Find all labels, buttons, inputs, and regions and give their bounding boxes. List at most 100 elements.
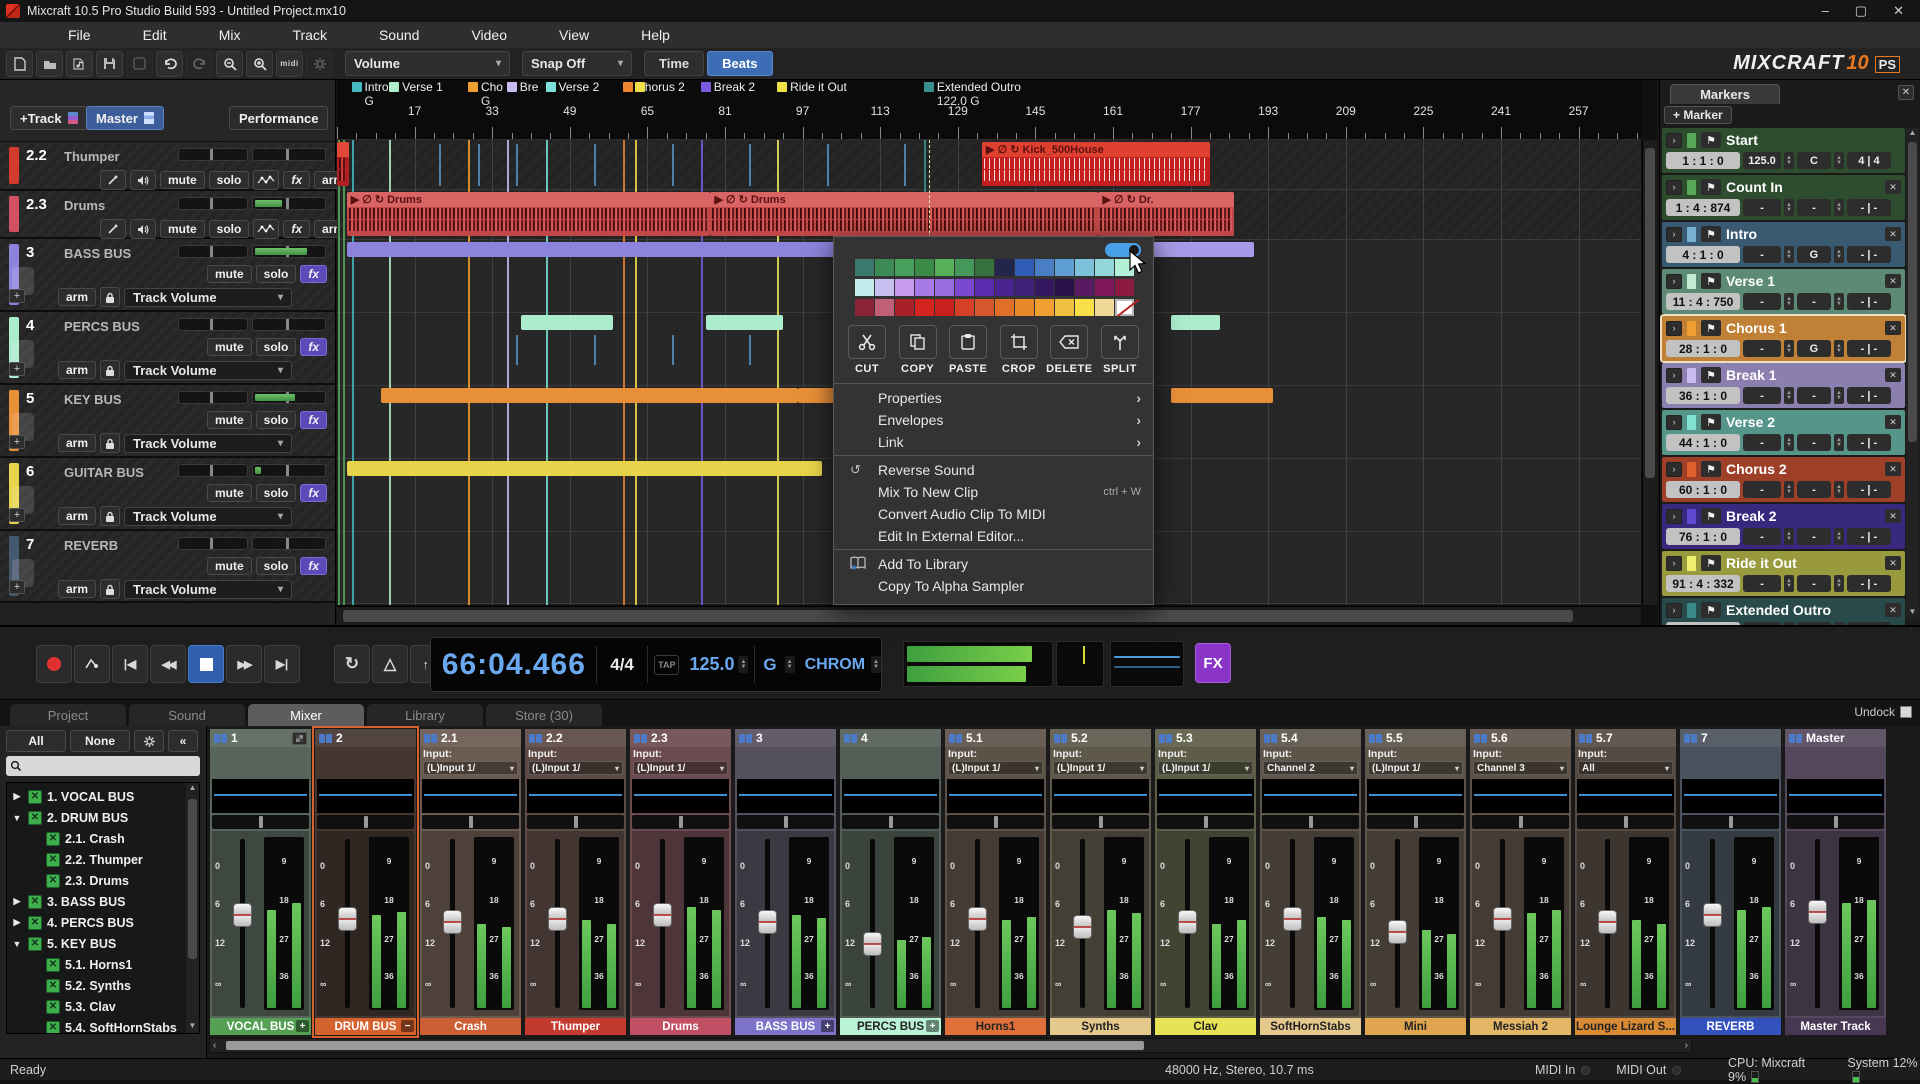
track-name[interactable]: KEY BUS [64, 392, 122, 407]
tempo-spinner[interactable]: ▲▼ [1784, 340, 1794, 357]
marker-row[interactable]: › ⚑ Count In ✕ 1 : 4 : 874 - ▲▼ - ▲▼ - |… [1662, 175, 1905, 220]
channel-strip[interactable]: 1 Input: ▾ 0 6 12 [209, 728, 312, 1036]
speaker-icon[interactable] [130, 170, 156, 190]
channel-strip[interactable]: 2.1 Input: (L)Input 1/ ▾ 0 6 [419, 728, 522, 1036]
color-swatch[interactable] [1095, 279, 1114, 296]
key-spinner[interactable]: ▲▼ [785, 656, 795, 673]
marker-row[interactable]: › ⚑ Break 1 ✕ 36 : 1 : 0 - ▲▼ - ▲▼ - | - [1662, 363, 1905, 408]
menu-item-track[interactable]: Track [292, 27, 326, 43]
eq-display[interactable] [1262, 779, 1359, 813]
color-swatch[interactable] [1075, 259, 1094, 276]
marker-name[interactable]: Ride it Out [1726, 555, 1880, 571]
eq-display[interactable] [317, 779, 414, 813]
strip-header[interactable]: 5.3 [1155, 729, 1256, 747]
channel-strip[interactable]: 5.3 Input: (L)Input 1/ ▾ 0 6 [1154, 728, 1257, 1036]
input-dropdown[interactable]: (L)Input 1/ ▾ [1368, 761, 1463, 775]
channel-strip[interactable]: 5.6 Input: Channel 3 ▾ 0 6 [1469, 728, 1572, 1036]
marker-expand-button[interactable]: › [1666, 556, 1682, 571]
tab-store-30-[interactable]: Store (30) [486, 704, 602, 726]
marker-key-field[interactable]: - [1797, 575, 1831, 592]
menu-item[interactable]: ↺ Reverse Sound [834, 459, 1153, 481]
input-dropdown[interactable]: Channel 2 ▾ [1263, 761, 1358, 775]
eq-display[interactable] [1367, 779, 1464, 813]
beat-ruler[interactable]: 1733496581971131291451611771932092252412… [337, 80, 1641, 140]
marker-position-field[interactable]: 76 : 1 : 0 [1666, 528, 1740, 545]
mode-spinner[interactable]: ▲▼ [871, 656, 881, 673]
arm-button[interactable]: arm [58, 288, 96, 306]
eq-display[interactable] [947, 779, 1044, 813]
channel-strip[interactable]: 3 Input: ▾ 0 6 12 [734, 728, 837, 1036]
marker-timesig-field[interactable]: - | - [1847, 434, 1891, 451]
fader-handle[interactable] [758, 910, 777, 934]
tree-checkbox[interactable]: ✕ [46, 1000, 60, 1014]
marker-key-field[interactable]: C [1797, 152, 1831, 169]
freeze-brush-icon[interactable] [100, 219, 126, 239]
cut-button[interactable]: CUT [844, 325, 890, 375]
performance-button[interactable]: Performance [229, 106, 328, 130]
undock-checkbox[interactable] [1900, 706, 1912, 718]
color-swatch[interactable] [1055, 279, 1074, 296]
beats-mode-button[interactable]: Beats [707, 51, 772, 76]
undo-icon[interactable] [156, 51, 183, 77]
channel-name-label[interactable]: Thumper [525, 1018, 626, 1035]
eq-display[interactable] [1577, 779, 1674, 813]
metronome-button[interactable]: △ [372, 645, 408, 683]
marker-key-field[interactable]: - [1797, 528, 1831, 545]
close-button[interactable]: ✕ [1893, 3, 1904, 19]
strip-header[interactable]: 5.7 [1575, 729, 1676, 747]
fader-handle[interactable] [233, 903, 252, 927]
input-dropdown[interactable]: All ▾ [1578, 761, 1673, 775]
color-swatch[interactable] [995, 279, 1014, 296]
color-swatch[interactable] [895, 299, 914, 316]
tree-checkbox[interactable]: ✕ [46, 979, 60, 993]
key-spinner[interactable]: ▲▼ [1834, 434, 1844, 451]
pan-slider[interactable] [632, 815, 729, 829]
fader-handle[interactable] [968, 907, 987, 931]
eq-display[interactable] [1682, 779, 1779, 813]
fader-handle[interactable] [653, 903, 672, 927]
collapse-sidebar-button[interactable]: « [168, 730, 198, 752]
pan-slider[interactable] [842, 815, 939, 829]
import-sound-icon[interactable] [66, 51, 93, 77]
clip-header[interactable]: ▶ ∅ ↻ Dr. [1098, 192, 1234, 207]
strip-header[interactable]: 5.4 [1260, 729, 1361, 747]
color-swatch[interactable] [915, 259, 934, 276]
marker-tempo-field[interactable]: - [1743, 246, 1781, 263]
tree-checkbox[interactable]: ✕ [46, 832, 60, 846]
marker-expand-button[interactable]: › [1666, 509, 1682, 524]
marker-timesig-field[interactable]: - | - [1847, 387, 1891, 404]
eq-display[interactable] [1157, 779, 1254, 813]
automation-param-dropdown[interactable]: Track Volume ▾ [124, 361, 292, 380]
strip-header[interactable]: 2.3 [630, 729, 731, 747]
marker-color-chip[interactable] [1687, 321, 1696, 336]
marker-timesig-field[interactable]: - | - [1847, 340, 1891, 357]
solo-button[interactable]: solo [209, 171, 250, 189]
channel-name-label[interactable]: DRUM BUS − [315, 1018, 416, 1035]
key-spinner[interactable]: ▲▼ [1834, 528, 1844, 545]
key-spinner[interactable]: ▲▼ [1834, 387, 1844, 404]
tree-checkbox[interactable]: ✕ [28, 811, 42, 825]
tree-checkbox[interactable]: ✕ [46, 958, 60, 972]
strip-matrix-icon[interactable] [292, 732, 307, 745]
key-spinner[interactable]: ▲▼ [1834, 246, 1844, 263]
channel-name-label[interactable]: REVERB [1680, 1018, 1781, 1035]
marker-name[interactable]: Start [1726, 132, 1901, 148]
envelope-icon[interactable] [253, 170, 279, 190]
audio-clip[interactable]: ▶ ∅ ↻ Kick_500House [982, 142, 1210, 186]
key-spinner[interactable]: ▲▼ [1834, 152, 1844, 169]
marker-expand-button[interactable]: › [1666, 133, 1682, 148]
tree-checkbox[interactable]: ✕ [46, 874, 60, 888]
tree-item[interactable]: ✕ 5.4. SoftHornStabs [7, 1017, 199, 1034]
markers-tab[interactable]: Markers [1670, 84, 1780, 104]
menu-item-mix[interactable]: Mix [219, 27, 241, 43]
marker-name[interactable]: Intro [1726, 226, 1880, 242]
color-swatch[interactable] [1035, 279, 1054, 296]
fx-button[interactable]: fx [300, 484, 327, 502]
eq-display[interactable] [212, 779, 309, 813]
input-dropdown[interactable]: (L)Input 1/ ▾ [633, 761, 728, 775]
marker-color-chip[interactable] [1687, 227, 1696, 242]
color-swatch[interactable] [915, 279, 934, 296]
pan-slider[interactable] [947, 815, 1044, 829]
input-dropdown[interactable]: (L)Input 1/ ▾ [423, 761, 518, 775]
channel-name-label[interactable]: PERCS BUS + [840, 1018, 941, 1035]
